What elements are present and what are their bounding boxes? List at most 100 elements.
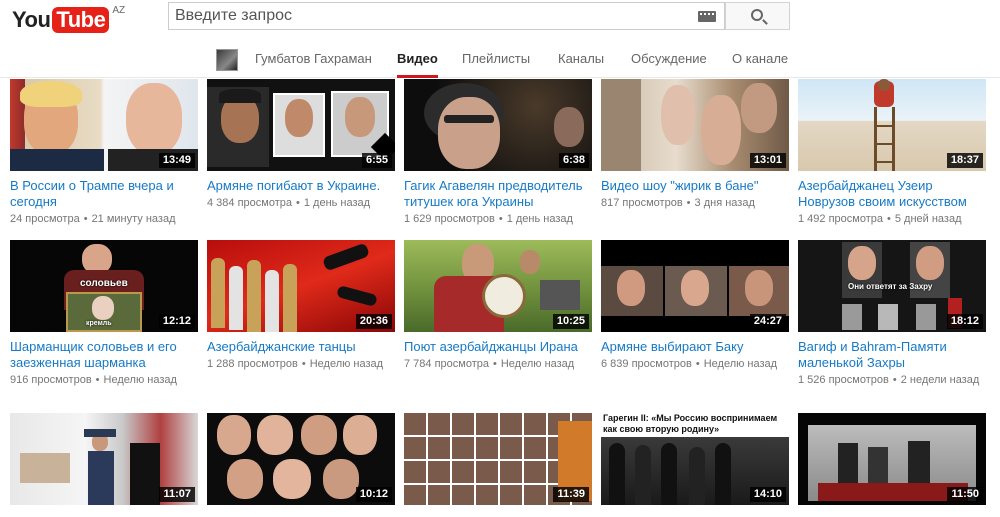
video-card[interactable]: Гарегин II: «Мы Россию воспринимаем как …	[601, 413, 789, 505]
video-card[interactable]: соловьев кремль 12:12 Шарманщик соловьев…	[10, 240, 198, 387]
video-title[interactable]: Видео шоу "жирик в бане"	[601, 178, 789, 194]
video-duration: 14:10	[749, 487, 786, 502]
video-duration: 6:55	[361, 153, 392, 168]
video-card[interactable]: Они ответят за Захру 18:12 Вагиф и Bahra…	[798, 240, 986, 387]
video-meta: 1 288 просмотров • Неделю назад	[207, 358, 384, 370]
video-duration: 18:12	[946, 314, 983, 329]
video-thumbnail[interactable]: Они ответят за Захру 18:12	[798, 240, 986, 332]
video-title[interactable]: Шарманщик соловьев и его заезженная шарм…	[10, 339, 198, 371]
channel-avatar[interactable]	[216, 49, 238, 71]
search-input[interactable]	[169, 3, 694, 29]
channel-name-link[interactable]: Гумбатов Гахраман	[255, 40, 372, 78]
video-card[interactable]: 11:50	[798, 413, 986, 505]
video-title[interactable]: Поют азербайджанцы Ирана	[404, 339, 592, 355]
video-duration: 10:12	[355, 487, 392, 502]
video-card[interactable]: 11:39	[404, 413, 592, 505]
view-count: 24 просмотра	[10, 213, 80, 225]
upload-age: 2 недели назад	[900, 374, 980, 386]
video-thumbnail[interactable]: 6:38	[404, 79, 592, 171]
video-thumbnail[interactable]: 10:12	[207, 413, 395, 505]
video-thumbnail[interactable]: 11:39	[404, 413, 592, 505]
video-duration: 10:25	[552, 314, 589, 329]
upload-age: 1 день назад	[303, 197, 371, 209]
upload-age: Неделю назад	[703, 358, 778, 370]
video-duration: 11:50	[947, 487, 983, 502]
video-meta: 7 784 просмотра • Неделю назад	[404, 358, 575, 370]
video-thumbnail[interactable]: 18:37	[798, 79, 986, 171]
video-card[interactable]: 10:12	[207, 413, 395, 505]
video-thumbnail[interactable]: соловьев кремль 12:12	[10, 240, 198, 332]
video-title[interactable]: Армяне погибают в Украине.	[207, 178, 395, 194]
video-title[interactable]: Вагиф и Bahram-Памяти маленькой Захры	[798, 339, 986, 371]
tab-discussion[interactable]: Обсуждение	[631, 40, 707, 78]
upload-age: Неделю назад	[309, 358, 384, 370]
video-thumbnail[interactable]: 20:36	[207, 240, 395, 332]
tab-channels[interactable]: Каналы	[558, 40, 604, 78]
video-meta: 916 просмотров • Неделю назад	[10, 374, 177, 386]
magnifier-icon	[751, 9, 763, 21]
video-card[interactable]: 13:01 Видео шоу "жирик в бане" 817 просм…	[601, 79, 789, 210]
upload-age: 21 минуту назад	[91, 213, 176, 225]
video-meta: 1 526 просмотров • 2 недели назад	[798, 374, 980, 386]
video-duration: 13:49	[158, 153, 195, 168]
video-thumbnail[interactable]: 13:01	[601, 79, 789, 171]
video-thumbnail[interactable]: 6:55	[207, 79, 395, 171]
keyboard-icon[interactable]	[698, 11, 716, 22]
view-count: 817 просмотров	[601, 197, 683, 209]
video-card[interactable]: 24:27 Армяне выбирают Баку 6 839 просмот…	[601, 240, 789, 371]
video-card[interactable]: 6:38 Гагик Агавелян предводитель титушек…	[404, 79, 592, 226]
view-count: 1 492 просмотра	[798, 213, 883, 225]
view-count: 916 просмотров	[10, 374, 92, 386]
video-title[interactable]: Азербайджанские танцы	[207, 339, 395, 355]
video-meta: 1 629 просмотров • 1 день назад	[404, 213, 573, 225]
video-duration: 24:27	[749, 314, 786, 329]
thumbnail-caption-small: кремль	[86, 320, 112, 327]
thumbnail-headline: Гарегин II: «Мы Россию воспринимаем	[603, 413, 778, 423]
video-title[interactable]: Гагик Агавелян предводитель титушек юга …	[404, 178, 592, 210]
video-card[interactable]: 6:55 Армяне погибают в Украине. 4 384 пр…	[207, 79, 395, 210]
video-card[interactable]: 18:37 Азербайджанец Узеир Новрузов своим…	[798, 79, 986, 226]
youtube-logo[interactable]: You Tube AZ	[12, 5, 126, 33]
video-thumbnail[interactable]: Гарегин II: «Мы Россию воспринимаем как …	[601, 413, 789, 505]
view-count: 4 384 просмотра	[207, 197, 292, 209]
video-card[interactable]: 13:49 В России о Трампе вчера и сегодня …	[10, 79, 198, 226]
masthead: You Tube AZ	[0, 0, 1000, 40]
logo-you-text: You	[12, 7, 51, 32]
video-duration: 20:36	[355, 314, 392, 329]
video-title[interactable]: Армяне выбирают Баку	[601, 339, 789, 355]
video-title[interactable]: В России о Трампе вчера и сегодня	[10, 178, 198, 210]
upload-age: 1 день назад	[506, 213, 573, 225]
upload-age: 5 дней назад	[894, 213, 962, 225]
search-button[interactable]	[725, 2, 790, 30]
video-meta: 6 839 просмотров • Неделю назад	[601, 358, 778, 370]
video-card[interactable]: 11:07	[10, 413, 198, 505]
view-count: 7 784 просмотра	[404, 358, 489, 370]
video-title[interactable]: Азербайджанец Узеир Новрузов своим искус…	[798, 178, 986, 210]
video-duration: 18:37	[946, 153, 983, 168]
video-meta: 4 384 просмотра • 1 день назад	[207, 197, 371, 209]
video-thumbnail[interactable]: 10:25	[404, 240, 592, 332]
video-meta: 24 просмотра • 21 минуту назад	[10, 213, 176, 225]
thumbnail-headline-line2: как свою вторую родину»	[603, 424, 720, 434]
video-card[interactable]: 10:25 Поют азербайджанцы Ирана 7 784 про…	[404, 240, 592, 371]
video-duration: 13:01	[749, 153, 786, 168]
video-card[interactable]: 20:36 Азербайджанские танцы 1 288 просмо…	[207, 240, 395, 371]
logo-region-code: AZ	[112, 5, 126, 16]
tab-videos[interactable]: Видео	[397, 40, 438, 78]
view-count: 1 526 просмотров	[798, 374, 889, 386]
video-thumbnail[interactable]: 11:50	[798, 413, 986, 505]
upload-age: Неделю назад	[103, 374, 177, 386]
video-thumbnail[interactable]: 13:49	[10, 79, 198, 171]
view-count: 1 288 просмотров	[207, 358, 298, 370]
video-meta: 1 492 просмотра • 5 дней назад	[798, 213, 962, 225]
view-count: 6 839 просмотров	[601, 358, 692, 370]
video-thumbnail[interactable]: 24:27	[601, 240, 789, 332]
tab-about[interactable]: О канале	[732, 40, 788, 78]
thumbnail-caption: Они ответят за Захру	[848, 282, 933, 291]
video-thumbnail[interactable]: 11:07	[10, 413, 198, 505]
channel-tabs: Гумбатов Гахраман Видео Плейлисты Каналы…	[0, 40, 1000, 78]
video-duration: 12:12	[158, 314, 195, 329]
tab-playlists[interactable]: Плейлисты	[462, 40, 530, 78]
video-duration: 11:39	[553, 487, 589, 502]
upload-age: Неделю назад	[500, 358, 575, 370]
